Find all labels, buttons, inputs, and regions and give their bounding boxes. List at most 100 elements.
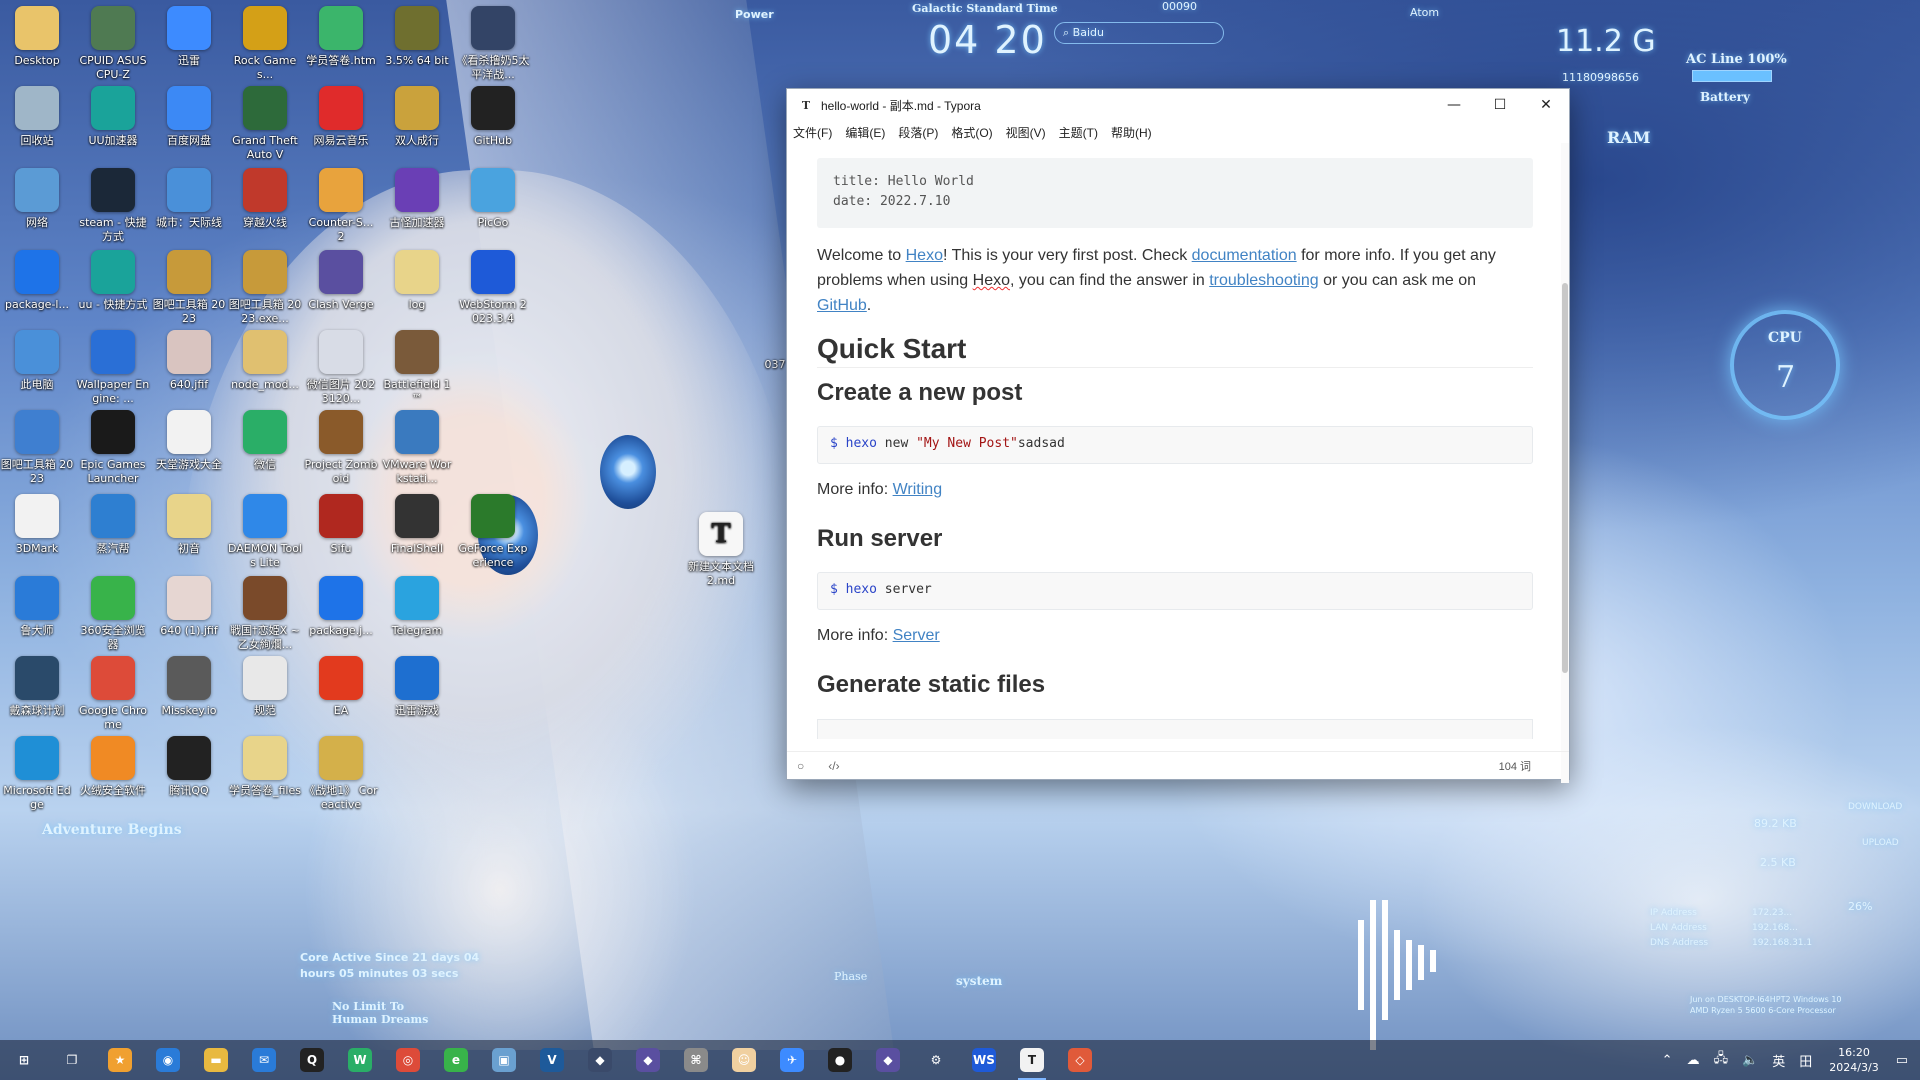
taskbar-cat[interactable]: ◆ bbox=[576, 1040, 624, 1080]
link-hexo[interactable]: Hexo bbox=[906, 247, 943, 264]
desktop-icon[interactable]: 城市：天际线 bbox=[152, 168, 226, 230]
taskbar-typora[interactable]: T bbox=[1008, 1040, 1056, 1080]
taskbar-mail[interactable]: ✉ bbox=[240, 1040, 288, 1080]
desktop-icon[interactable]: 戦国†恋姫X ~乙女絢爛... bbox=[228, 576, 302, 652]
taskbar-wechat[interactable]: W bbox=[336, 1040, 384, 1080]
desktop-icon[interactable]: 腾讯QQ bbox=[152, 736, 226, 798]
desktop-icon[interactable]: EA bbox=[304, 656, 378, 718]
taskbar-favorites[interactable]: ★ bbox=[96, 1040, 144, 1080]
taskbar-avatar[interactable]: ☺ bbox=[720, 1040, 768, 1080]
link-github[interactable]: GitHub bbox=[817, 297, 867, 314]
desktop-file-typora-md[interactable]: T 新建文本文档 2.md bbox=[684, 512, 758, 588]
desktop-icon[interactable]: 640.jfif bbox=[152, 330, 226, 392]
desktop-icon[interactable]: VMware Workstati... bbox=[380, 410, 454, 486]
source-code-mode-icon[interactable]: ‹/› bbox=[828, 759, 839, 773]
desktop-icon[interactable]: Grand Theft Auto V bbox=[228, 86, 302, 162]
taskbar-git-gui[interactable]: ◇ bbox=[1056, 1040, 1104, 1080]
menu-edit[interactable]: 编辑(E) bbox=[845, 124, 885, 141]
taskbar-vscode-like[interactable]: V bbox=[528, 1040, 576, 1080]
maximize-button[interactable]: ☐ bbox=[1477, 89, 1523, 121]
desktop-icon[interactable]: 蒸汽帮 bbox=[76, 494, 150, 556]
ime-mode-icon[interactable]: 田 bbox=[1799, 1051, 1812, 1070]
desktop-icon[interactable]: 微信 bbox=[228, 410, 302, 472]
desktop-icon[interactable]: Telegram bbox=[380, 576, 454, 638]
desktop-icon[interactable]: GitHub bbox=[456, 86, 530, 148]
desktop-icon[interactable]: Epic Games Launcher bbox=[76, 410, 150, 486]
taskbar-start[interactable]: ⊞ bbox=[0, 1040, 48, 1080]
scrollbar-track[interactable] bbox=[1561, 143, 1569, 783]
desktop-icon[interactable]: 穿越火线 bbox=[228, 168, 302, 230]
onedrive-icon[interactable]: ☁ bbox=[1687, 1053, 1700, 1068]
notification-icon[interactable]: ▭ bbox=[1896, 1053, 1908, 1068]
desktop-icon[interactable]: 回收站 bbox=[0, 86, 74, 148]
desktop-icon[interactable]: Rock Games... bbox=[228, 6, 302, 82]
desktop-icon[interactable]: 网易云音乐 bbox=[304, 86, 378, 148]
menu-view[interactable]: 视图(V) bbox=[1006, 124, 1046, 141]
desktop-icon[interactable]: GeForce Experience bbox=[456, 494, 530, 570]
desktop-icon[interactable]: CPUID ASUS CPU-Z bbox=[76, 6, 150, 82]
desktop-icon[interactable]: Desktop bbox=[0, 6, 74, 68]
menu-file[interactable]: 文件(F) bbox=[793, 124, 832, 141]
desktop-icon[interactable]: log bbox=[380, 250, 454, 312]
desktop-icon[interactable]: 学员答卷_files bbox=[228, 736, 302, 798]
desktop-icon[interactable]: package-l... bbox=[0, 250, 74, 312]
menu-theme[interactable]: 主题(T) bbox=[1059, 124, 1098, 141]
taskbar-clock[interactable]: 16:20 2024/3/3 bbox=[1829, 1045, 1878, 1075]
desktop-icon[interactable]: Microsoft Edge bbox=[0, 736, 74, 812]
minimize-button[interactable]: — bbox=[1431, 89, 1477, 121]
desktop-icon[interactable] bbox=[380, 736, 454, 784]
desktop-icon[interactable]: 古怪加速器 bbox=[380, 168, 454, 230]
close-button[interactable]: ✕ bbox=[1523, 89, 1569, 121]
desktop-icon[interactable]: 鲁大师 bbox=[0, 576, 74, 638]
desktop-icon[interactable]: 3.5% 64 bit bbox=[380, 6, 454, 68]
desktop-icon[interactable]: 图吧工具箱 2023.exe... bbox=[228, 250, 302, 326]
link-documentation[interactable]: documentation bbox=[1192, 247, 1297, 264]
desktop-icon[interactable]: Misskey.io bbox=[152, 656, 226, 718]
yaml-front-matter[interactable]: title: Hello World date: 2022.7.10 bbox=[817, 158, 1533, 228]
link-writing[interactable]: Writing bbox=[893, 481, 943, 498]
taskbar-clash[interactable]: ◆ bbox=[624, 1040, 672, 1080]
desktop-icon[interactable]: 规范 bbox=[228, 656, 302, 718]
desktop-icon[interactable]: steam - 快捷方式 bbox=[76, 168, 150, 244]
desktop-icon[interactable]: 天堂游戏大全 bbox=[152, 410, 226, 472]
taskbar-bilibili[interactable]: ◉ bbox=[144, 1040, 192, 1080]
taskbar-task-view[interactable]: ❐ bbox=[48, 1040, 96, 1080]
taskbar-settings[interactable]: ⚙ bbox=[912, 1040, 960, 1080]
desktop-icon[interactable] bbox=[456, 410, 530, 458]
desktop-icon[interactable]: 此电脑 bbox=[0, 330, 74, 392]
code-block-new-post[interactable]: $ hexo new "My New Post"sadsad bbox=[817, 426, 1533, 464]
desktop-icon[interactable]: 《看杀撸奶5太平洋战... bbox=[456, 6, 530, 82]
desktop-icon[interactable]: Counter-S... 2 bbox=[304, 168, 378, 244]
desktop-icon[interactable]: Clash Verge bbox=[304, 250, 378, 312]
desktop-icon[interactable]: Wallpaper Engine: ... bbox=[76, 330, 150, 406]
desktop-icon[interactable]: UU加速器 bbox=[76, 86, 150, 148]
desktop-icon[interactable]: uu - 快捷方式 bbox=[76, 250, 150, 312]
taskbar-bag[interactable]: ▣ bbox=[480, 1040, 528, 1080]
taskbar-chrome[interactable]: ◎ bbox=[384, 1040, 432, 1080]
chevron-up-icon[interactable]: ⌃ bbox=[1662, 1053, 1673, 1068]
desktop-icon[interactable]: node_mod... bbox=[228, 330, 302, 392]
desktop-icon[interactable]: 初音 bbox=[152, 494, 226, 556]
code-block-partial[interactable] bbox=[817, 719, 1533, 739]
desktop-icon[interactable] bbox=[456, 330, 530, 378]
desktop-icon[interactable]: PicGo bbox=[456, 168, 530, 230]
taskbar-clash-verge[interactable]: ◆ bbox=[864, 1040, 912, 1080]
desktop-icon[interactable]: 迅雷 bbox=[152, 6, 226, 68]
scrollbar-thumb[interactable] bbox=[1562, 283, 1568, 673]
desktop-icon[interactable] bbox=[456, 656, 530, 704]
desktop-icon[interactable]: 图吧工具箱 2023 bbox=[0, 410, 74, 486]
desktop-icon[interactable]: 图吧工具箱 2023 bbox=[152, 250, 226, 326]
code-block-server[interactable]: $ hexo server bbox=[817, 572, 1533, 610]
menu-format[interactable]: 格式(O) bbox=[951, 124, 992, 141]
menu-paragraph[interactable]: 段落(P) bbox=[898, 124, 938, 141]
desktop-icon[interactable] bbox=[456, 736, 530, 784]
desktop-icon[interactable]: 火绒安全软件 bbox=[76, 736, 150, 798]
desktop-icon[interactable]: 戴森球计划 bbox=[0, 656, 74, 718]
taskbar-360-browser[interactable]: e bbox=[432, 1040, 480, 1080]
desktop-icon[interactable]: package.j... bbox=[304, 576, 378, 638]
ime-indicator[interactable]: 英 bbox=[1772, 1051, 1785, 1070]
taskbar-trans[interactable]: ⌘ bbox=[672, 1040, 720, 1080]
desktop-icon[interactable]: 640 (1).jfif bbox=[152, 576, 226, 638]
taskbar-qq[interactable]: Q bbox=[288, 1040, 336, 1080]
desktop-icon[interactable]: FinalShell bbox=[380, 494, 454, 556]
